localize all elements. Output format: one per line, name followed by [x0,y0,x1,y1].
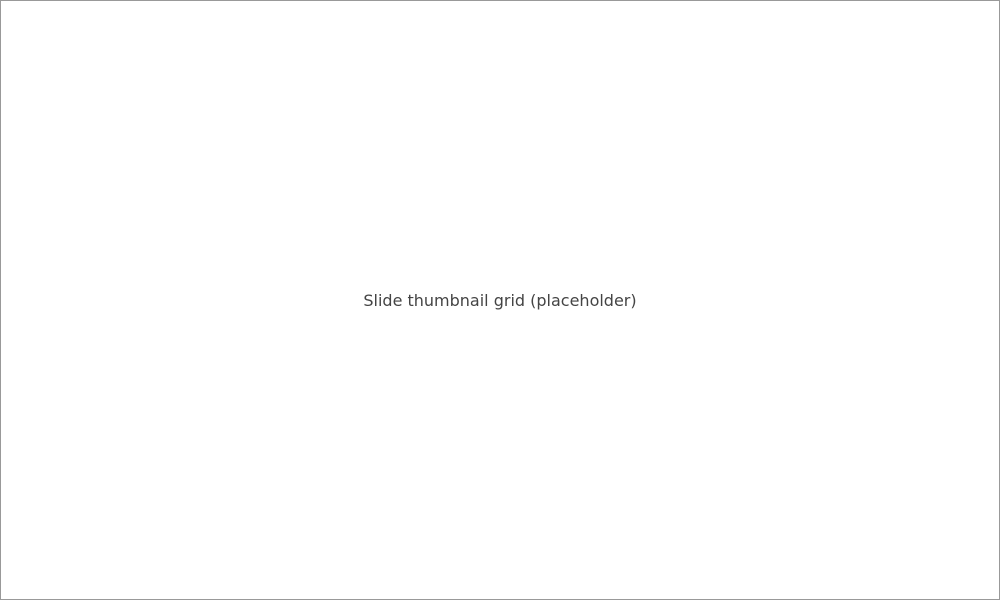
placeholder-message: Slide thumbnail grid (placeholder) [363,290,637,310]
placeholder-panel: Slide thumbnail grid (placeholder) [0,0,1000,600]
